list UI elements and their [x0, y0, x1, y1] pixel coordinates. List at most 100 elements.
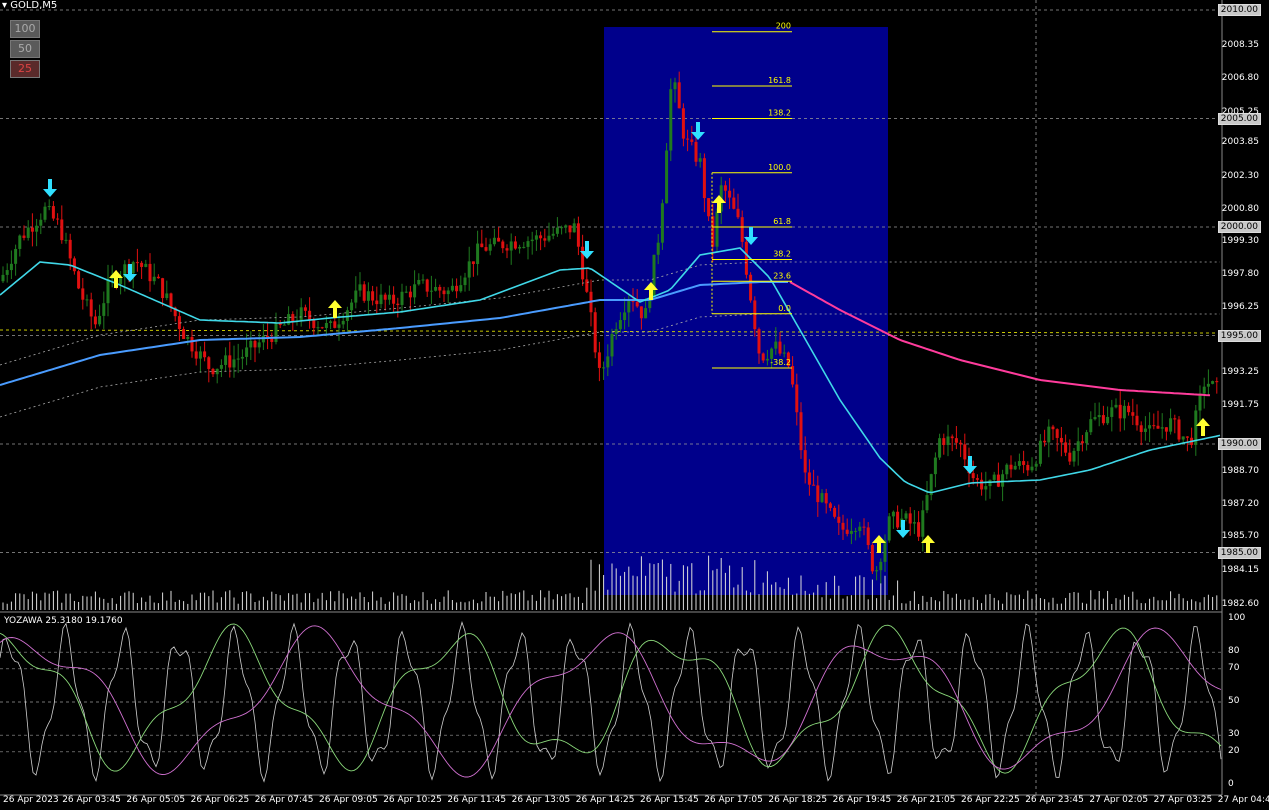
candle-body	[870, 545, 874, 572]
candle-body	[749, 274, 753, 301]
chart-canvas[interactable]: 200161.8138.2100.061.838.223.60.0-38.2	[0, 0, 1269, 810]
candle-body	[833, 507, 837, 517]
candle-body	[807, 472, 811, 485]
candle-body	[211, 368, 215, 375]
candle-body	[862, 526, 866, 528]
time-tick-label: 26 Apr 09:05	[319, 795, 378, 805]
candle-body	[837, 516, 841, 523]
candle-body	[988, 479, 992, 487]
candle-body	[539, 235, 543, 239]
candle-body	[1, 274, 5, 282]
zoom-button-50[interactable]: 50	[10, 40, 40, 58]
candle-body	[438, 286, 442, 291]
osc-tick-label: 100	[1228, 613, 1246, 623]
candle-body	[471, 261, 475, 265]
candle-body	[417, 279, 421, 285]
candle-body	[93, 316, 97, 325]
candle-body	[996, 474, 1000, 487]
candle-body	[1173, 418, 1177, 420]
candle-body	[891, 511, 895, 517]
candle-body	[98, 315, 102, 325]
candle-body	[1160, 427, 1164, 429]
time-tick-label: 26 Apr 22:25	[961, 795, 1020, 805]
candle-body	[1064, 442, 1068, 453]
candle-body	[203, 351, 207, 358]
candle-body	[1185, 436, 1189, 438]
candle-body	[896, 511, 900, 528]
candle-body	[778, 341, 782, 354]
candle-body	[908, 513, 912, 524]
candle-body	[1013, 465, 1017, 470]
candle-body	[320, 327, 324, 329]
candle-body	[1047, 426, 1051, 443]
candle-body	[639, 306, 643, 319]
candle-body	[299, 307, 303, 321]
candle-body	[942, 438, 946, 445]
candle-body	[64, 239, 68, 241]
candle-body	[152, 276, 156, 282]
candle-body	[1051, 426, 1055, 430]
candle-body	[1198, 393, 1202, 411]
candle-body	[291, 314, 295, 321]
candle-body	[627, 299, 631, 313]
candle-body	[698, 158, 702, 162]
candle-body	[736, 208, 740, 218]
candle-body	[765, 358, 769, 361]
candle-body	[5, 270, 9, 275]
candle-body	[282, 324, 286, 326]
candle-body	[56, 218, 60, 220]
candle-body	[14, 248, 18, 264]
candle-body	[350, 302, 354, 311]
zoom-button-100[interactable]: 100	[10, 20, 40, 38]
candle-body	[186, 336, 190, 340]
candle-body	[1215, 381, 1219, 383]
candle-body	[1030, 466, 1034, 471]
candle-body	[1068, 452, 1072, 462]
price-level-box: 1990.00	[1217, 438, 1261, 450]
fib-label: 161.8	[768, 76, 791, 85]
candle-body	[379, 294, 383, 305]
candle-body	[518, 246, 522, 249]
time-tick-label: 26 Apr 2023	[3, 795, 59, 805]
symbol-text: GOLD,M5	[10, 0, 58, 11]
price-tick-label: 1982.60	[1221, 598, 1259, 609]
candle-body	[182, 329, 186, 340]
candle-body	[912, 522, 916, 524]
candle-body	[501, 241, 505, 249]
candle-body	[564, 225, 568, 228]
candle-body	[165, 293, 169, 299]
candle-body	[669, 89, 673, 151]
candle-body	[77, 271, 81, 289]
candle-body	[371, 291, 375, 301]
candle-body	[933, 457, 937, 475]
candle-body	[329, 321, 333, 323]
candle-body	[707, 198, 711, 217]
candle-body	[316, 327, 320, 329]
candle-body	[690, 139, 694, 142]
candle-body	[89, 299, 93, 317]
candle-body	[1034, 463, 1038, 467]
price-tick-label: 2006.80	[1221, 73, 1259, 84]
candle-body	[715, 211, 719, 247]
candle-body	[1181, 436, 1185, 440]
candle-body	[1101, 415, 1105, 424]
candle-body	[434, 286, 438, 291]
candle-body	[484, 247, 488, 251]
candle-body	[1127, 405, 1131, 413]
candle-body	[694, 141, 698, 162]
candle-body	[1164, 427, 1168, 432]
candle-body	[455, 285, 459, 292]
candle-body	[1093, 417, 1097, 420]
candle-body	[1148, 425, 1152, 429]
candle-body	[131, 262, 135, 274]
candle-body	[102, 303, 106, 316]
zoom-button-25[interactable]: 25	[10, 60, 40, 78]
osc-tick-label: 0	[1228, 779, 1234, 789]
candle-body	[660, 203, 664, 243]
candle-body	[35, 225, 39, 232]
candle-body	[476, 243, 480, 265]
candle-body	[593, 312, 597, 353]
candle-body	[480, 243, 484, 248]
candle-body	[635, 301, 639, 307]
candle-body	[366, 291, 370, 301]
